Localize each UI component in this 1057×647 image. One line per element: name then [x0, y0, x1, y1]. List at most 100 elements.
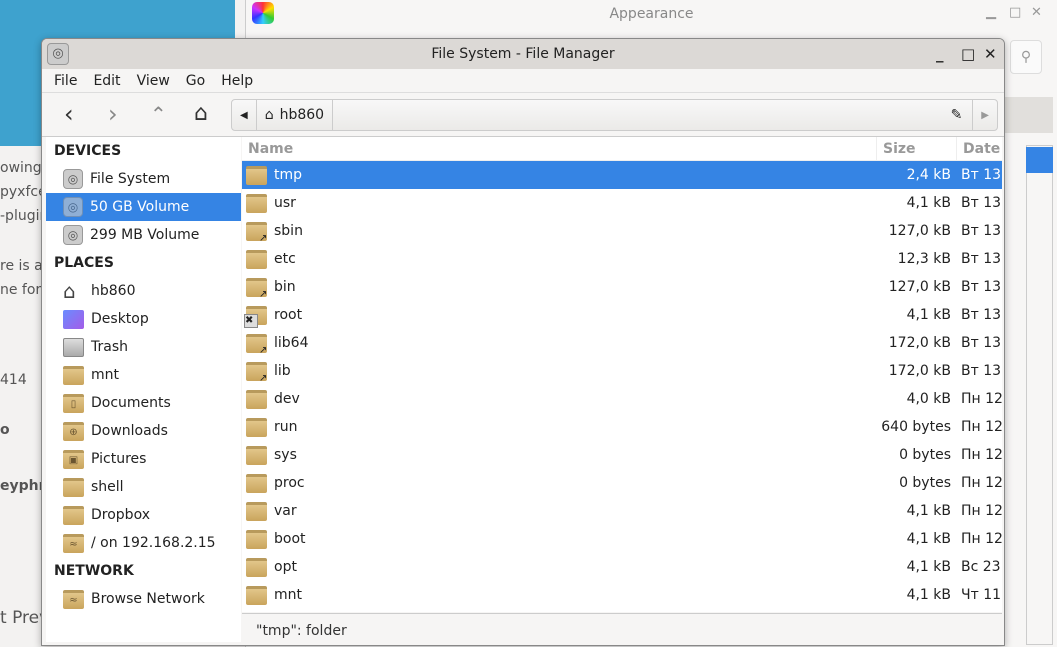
table-row[interactable]: etc 12,3 kB Вт 13	[242, 245, 1002, 273]
table-row[interactable]: usr 4,1 kB Вт 13	[242, 189, 1002, 217]
edit-path-icon[interactable]: ✎	[941, 107, 973, 123]
appearance-selected-item[interactable]	[1026, 147, 1053, 173]
date-cell: Вт 13	[961, 279, 1002, 295]
name-cell: usr	[242, 193, 877, 213]
appearance-list	[1026, 145, 1053, 645]
sidebar-item[interactable]: ▯ Documents	[46, 389, 241, 417]
file-name: bin	[274, 279, 296, 295]
folder-icon	[246, 557, 267, 577]
maximize-icon[interactable]: □	[1009, 5, 1021, 20]
sidebar-section-network: NETWORK	[54, 563, 134, 579]
folder-network-icon: ≈	[63, 533, 84, 553]
table-row[interactable]: proc 0 bytes Пн 12	[242, 469, 1002, 497]
path-segment-label: hb860	[279, 107, 325, 123]
size-cell: 4,1 kB	[906, 195, 951, 211]
menu-file[interactable]: File	[54, 73, 77, 89]
size-cell: 4,1 kB	[906, 587, 951, 603]
desktop-icon	[63, 309, 84, 329]
date-cell: Пн 12	[961, 391, 1002, 407]
sidebar-item-label: 50 GB Volume	[90, 199, 190, 215]
background-text: ne for	[0, 282, 42, 298]
sidebar-item[interactable]: ≈ Browse Network	[46, 585, 241, 613]
column-name[interactable]: Name	[242, 137, 877, 160]
folder-icon	[63, 477, 84, 497]
sidebar-item[interactable]: Desktop	[46, 305, 241, 333]
sidebar-section-places: PLACES	[54, 255, 114, 271]
disk-icon: ◎	[63, 225, 83, 245]
table-row[interactable]: ↗ lib 172,0 kB Вт 13	[242, 357, 1002, 385]
background-text: pyxfce	[0, 184, 47, 200]
forward-icon[interactable]: ›	[108, 101, 118, 127]
date-cell: Пн 12	[961, 531, 1002, 547]
size-cell: 127,0 kB	[888, 223, 951, 239]
sidebar-item-label: Documents	[91, 395, 171, 411]
table-row[interactable]: tmp 2,4 kB Вт 13	[242, 161, 1002, 189]
menu-help[interactable]: Help	[221, 73, 253, 89]
sidebar-item[interactable]: ▣ Pictures	[46, 445, 241, 473]
table-row[interactable]: ↗ sbin 127,0 kB Вт 13	[242, 217, 1002, 245]
column-date[interactable]: Date	[957, 137, 1002, 160]
file-name: dev	[274, 391, 300, 407]
file-name: tmp	[274, 167, 303, 183]
table-row[interactable]: boot 4,1 kB Пн 12	[242, 525, 1002, 553]
up-icon[interactable]: ⌃	[150, 101, 167, 127]
folder-icon: ↗	[246, 221, 267, 244]
file-name: etc	[274, 251, 296, 267]
sidebar-item[interactable]: ◎ 299 MB Volume	[46, 221, 241, 249]
sidebar-item[interactable]: Dropbox	[46, 501, 241, 529]
disk-icon: ◎	[63, 197, 83, 217]
file-name: proc	[274, 475, 305, 491]
size-cell: 640 bytes	[881, 419, 951, 435]
table-row[interactable]: sys 0 bytes Пн 12	[242, 441, 1002, 469]
sidebar-item[interactable]: ⊕ Downloads	[46, 417, 241, 445]
name-cell: run	[242, 417, 877, 437]
path-segment-home[interactable]: ⌂ hb860	[257, 100, 334, 130]
back-icon[interactable]: ‹	[64, 101, 74, 127]
search-icon[interactable]: ⚲	[1010, 40, 1042, 74]
date-cell: Вт 13	[961, 195, 1002, 211]
sidebar-item[interactable]: shell	[46, 473, 241, 501]
maximize-icon[interactable]: □	[961, 39, 975, 69]
close-icon[interactable]: ✕	[1031, 5, 1042, 20]
name-cell: proc	[242, 473, 877, 493]
size-cell: 4,1 kB	[906, 307, 951, 323]
table-row[interactable]: ↗ lib64 172,0 kB Вт 13	[242, 329, 1002, 357]
path-scroll-right-icon[interactable]: ▶	[972, 100, 997, 130]
folder-icon	[246, 529, 267, 549]
file-name: sbin	[274, 223, 303, 239]
path-bar: ◀ ⌂ hb860 ✎ ▶	[231, 99, 998, 131]
symlink-icon: ↗	[259, 344, 268, 356]
column-size[interactable]: Size	[877, 137, 957, 160]
home-icon[interactable]: ⌂	[194, 101, 208, 127]
folder-downloads-icon: ⊕	[63, 421, 84, 441]
sidebar-item[interactable]: ≈ / on 192.168.2.15	[46, 529, 241, 557]
menu-edit[interactable]: Edit	[93, 73, 120, 89]
size-cell: 127,0 kB	[888, 279, 951, 295]
sidebar-item[interactable]: ◎ File System	[46, 165, 241, 193]
close-icon[interactable]: ✕	[984, 39, 997, 69]
table-row[interactable]: ↗ bin 127,0 kB Вт 13	[242, 273, 1002, 301]
sidebar-item[interactable]: ◎ 50 GB Volume	[46, 193, 241, 221]
table-row[interactable]: opt 4,1 kB Вс 23	[242, 553, 1002, 581]
trash-icon	[63, 337, 84, 357]
minimize-icon[interactable]: _	[936, 39, 944, 69]
folder-icon	[246, 585, 267, 605]
path-scroll-left-icon[interactable]: ◀	[232, 100, 257, 130]
table-row[interactable]: var 4,1 kB Пн 12	[242, 497, 1002, 525]
background-text: 414	[0, 372, 27, 388]
menu-go[interactable]: Go	[186, 73, 205, 89]
table-row[interactable]: ✖ root 4,1 kB Вт 13	[242, 301, 1002, 329]
sidebar-item[interactable]: Trash	[46, 333, 241, 361]
folder-icon	[246, 193, 267, 213]
name-cell: boot	[242, 529, 877, 549]
file-name: mnt	[274, 587, 302, 603]
table-row[interactable]: dev 4,0 kB Пн 12	[242, 385, 1002, 413]
sidebar-item[interactable]: ⌂ hb860	[46, 277, 241, 305]
sidebar-item-label: Dropbox	[91, 507, 150, 523]
minimize-icon[interactable]: ▁	[986, 5, 996, 20]
table-row[interactable]: run 640 bytes Пн 12	[242, 413, 1002, 441]
menu-view[interactable]: View	[137, 73, 170, 89]
table-row[interactable]: mnt 4,1 kB Чт 11	[242, 581, 1002, 609]
symlink-icon: ↗	[259, 288, 268, 300]
sidebar-item[interactable]: mnt	[46, 361, 241, 389]
